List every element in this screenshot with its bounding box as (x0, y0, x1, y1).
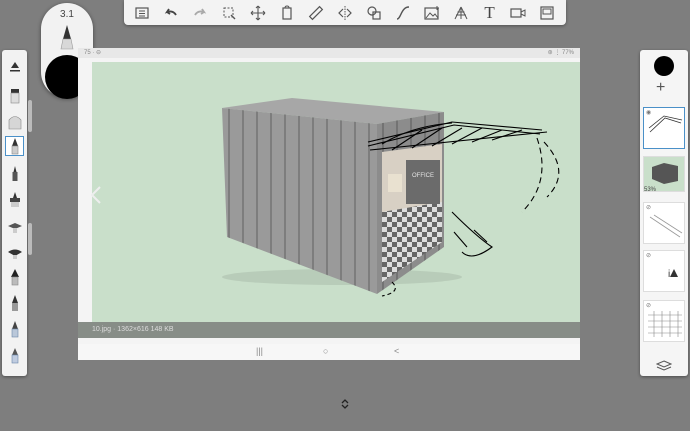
fineliner-icon[interactable] (5, 214, 24, 234)
top-toolbar: T (124, 0, 566, 25)
layer-thumbnail[interactable]: ⊘ (643, 300, 685, 342)
crayon-icon[interactable] (5, 344, 24, 364)
panel-scroll-handle[interactable] (28, 223, 32, 255)
layer-thumbnail-sketch[interactable]: ◉ (643, 107, 685, 149)
brush-size-label: 3.1 (60, 9, 74, 20)
back-button[interactable]: < (394, 346, 399, 356)
select-icon[interactable] (218, 3, 240, 23)
recent-apps-button[interactable]: ||| (256, 346, 263, 356)
sign-text: OFFICE (412, 173, 434, 179)
pencil-preview-icon (60, 25, 74, 50)
photo-status-bar: 75 · ⊖ ⊛ ⋮ 77% (78, 48, 580, 58)
home-button[interactable]: ○ (323, 346, 328, 356)
container-render: OFFICE (92, 62, 580, 324)
canvas-image[interactable]: 75 · ⊖ ⊛ ⋮ 77% OFFICE 10.jpg · 1362×616 … (78, 48, 580, 360)
ink-pen-icon[interactable] (5, 188, 24, 208)
symmetry-icon[interactable] (334, 3, 356, 23)
list-icon[interactable] (131, 3, 153, 23)
layer-thumbnail[interactable]: ⊘ (643, 202, 685, 244)
visibility-icon[interactable]: ⊘ (646, 252, 651, 259)
previous-arrow-icon[interactable] (90, 186, 102, 204)
android-nav-bar: ||| ○ < (78, 344, 580, 360)
shapes-icon[interactable] (363, 3, 385, 23)
layers-panel: + ◉ 53% ⊘ ⊘ i ⊘ (640, 50, 688, 376)
layers-icon[interactable] (656, 360, 672, 372)
pencil-brush-icon[interactable] (5, 136, 24, 156)
image-icon[interactable] (421, 3, 443, 23)
brush-pen-icon[interactable] (5, 240, 24, 260)
svg-text:i: i (668, 269, 670, 280)
redo-icon[interactable] (189, 3, 211, 23)
chisel-marker-icon[interactable] (5, 292, 24, 312)
undo-icon[interactable] (160, 3, 182, 23)
paint-brush-icon[interactable] (5, 266, 24, 286)
visibility-icon[interactable]: ◉ (646, 109, 651, 116)
panel-scroll-handle[interactable] (28, 100, 32, 132)
canvas-icon[interactable] (536, 3, 558, 23)
file-info-label: 10.jpg · 1362×616 148 KB (92, 326, 174, 333)
ballpoint-pen-icon[interactable] (5, 162, 24, 182)
brush-library-panel (2, 50, 27, 376)
perspective-icon[interactable] (450, 3, 472, 23)
drag-handle-icon[interactable] (340, 399, 350, 409)
visibility-icon[interactable]: ⊘ (646, 204, 651, 211)
status-left-text: 75 · ⊖ (84, 50, 102, 56)
curve-icon[interactable] (392, 3, 414, 23)
layer-color-swatch[interactable] (654, 56, 674, 76)
transform-icon[interactable] (247, 3, 269, 23)
visibility-icon[interactable]: ⊘ (646, 302, 651, 309)
pastel-icon[interactable] (5, 318, 24, 338)
video-icon[interactable] (507, 3, 529, 23)
text-tool[interactable]: T (479, 3, 501, 23)
note-icon[interactable] (276, 3, 298, 23)
airbrush-icon[interactable] (5, 110, 24, 130)
layer-opacity-label: 53% (644, 187, 657, 193)
marker-brush-icon[interactable] (5, 84, 24, 104)
brush-panel-collapse-icon[interactable] (5, 56, 24, 76)
status-right-text: ⊛ ⋮ 77% (547, 50, 574, 56)
layer-thumbnail[interactable]: ⊘ i (643, 250, 685, 292)
add-layer-icon[interactable]: + (656, 80, 665, 96)
ruler-icon[interactable] (305, 3, 327, 23)
